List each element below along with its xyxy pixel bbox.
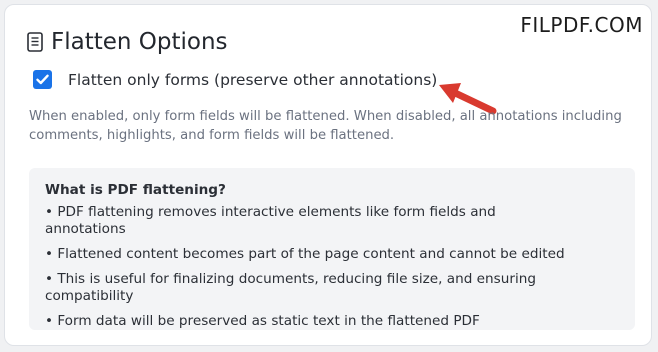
flatten-forms-checkbox[interactable] (33, 70, 52, 89)
info-list-item: • Form data will be preserved as static … (45, 313, 480, 329)
section-title: Flatten Options (51, 29, 228, 55)
document-icon (27, 32, 43, 52)
watermark: FILPDF.COM (520, 13, 643, 37)
section-header: Flatten Options (27, 29, 228, 55)
flatten-forms-label[interactable]: Flatten only forms (preserve other annot… (68, 71, 437, 89)
flatten-options-card: FILPDF.COM Flatten Options Flatten only … (4, 4, 652, 346)
info-box: What is PDF flattening? • PDF flattening… (29, 168, 635, 330)
info-list-item: • PDF flattening removes interactive ele… (45, 204, 496, 237)
flatten-forms-option[interactable]: Flatten only forms (preserve other annot… (33, 70, 437, 89)
checkmark-icon (36, 74, 49, 85)
option-description: When enabled, only form fields will be f… (29, 109, 622, 143)
info-title: What is PDF flattening? (45, 182, 226, 198)
info-list-item: • Flattened content becomes part of the … (45, 246, 565, 262)
info-list: • PDF flattening removes interactive ele… (45, 204, 619, 330)
info-list-item: • This is useful for finalizing document… (45, 271, 536, 304)
